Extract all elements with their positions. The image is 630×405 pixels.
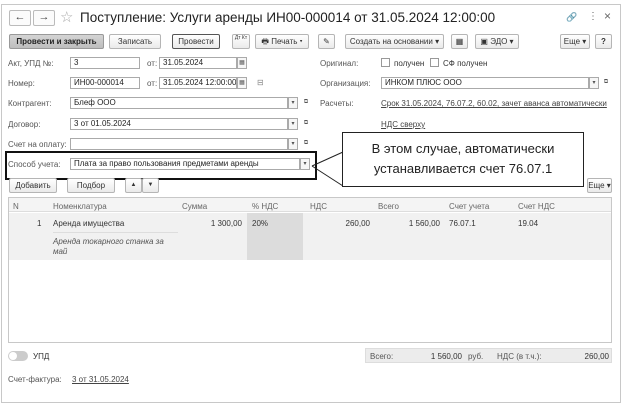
print-icon: 🖶 bbox=[261, 37, 272, 46]
select-button[interactable]: Подбор bbox=[67, 178, 115, 193]
open-icon[interactable]: ⧉ bbox=[301, 118, 311, 130]
open-icon[interactable]: ⧉ bbox=[301, 138, 311, 150]
row-total[interactable]: 1 560,00 bbox=[386, 219, 440, 228]
number-from-label: от: bbox=[147, 79, 158, 88]
column-header-sum: Сумма bbox=[182, 202, 208, 211]
received-label: получен bbox=[394, 59, 425, 68]
received-checkbox[interactable] bbox=[381, 58, 390, 67]
settlements-link[interactable]: Срок 31.05.2024, 76.07.2, 60.02, зачет а… bbox=[381, 99, 607, 108]
vat-link[interactable]: НДС сверху bbox=[381, 120, 425, 129]
chevron-down-icon[interactable]: ▾ bbox=[288, 97, 298, 109]
act-number-field[interactable]: 3 bbox=[70, 57, 140, 69]
row-vat[interactable]: 260,00 bbox=[316, 219, 370, 228]
act-label: Акт, УПД №: bbox=[8, 59, 54, 68]
paperclip-icon: ✎ bbox=[323, 37, 330, 46]
contractor-label: Контрагент: bbox=[8, 99, 52, 108]
original-label: Оригинал: bbox=[320, 59, 359, 68]
column-header-account: Счет учета bbox=[449, 202, 490, 211]
contract-label: Договор: bbox=[8, 120, 41, 129]
save-button[interactable]: Записать bbox=[109, 34, 161, 49]
print-label: Печать bbox=[271, 37, 298, 46]
organization-field[interactable]: ИНКОМ ПЛЮС ООО bbox=[381, 77, 589, 89]
number-field[interactable]: ИН00-000014 bbox=[70, 77, 140, 89]
dt-kt-button[interactable]: Дт Кт bbox=[232, 34, 250, 49]
invoice-label: Счет на оплату: bbox=[8, 140, 67, 149]
upd-label: УПД bbox=[33, 352, 50, 361]
move-up-button[interactable]: ▲ bbox=[125, 178, 142, 193]
open-icon[interactable]: ⧉ bbox=[601, 77, 611, 89]
structure-icon: ▦ bbox=[455, 37, 464, 46]
row-vat-account[interactable]: 19.04 bbox=[518, 219, 538, 228]
more-button[interactable]: Еще ▾ bbox=[560, 34, 590, 49]
contract-field[interactable]: 3 от 01.05.2024 bbox=[70, 118, 288, 130]
structure-button[interactable]: ▦ bbox=[451, 34, 468, 49]
stamp-icon[interactable]: ⊟ bbox=[257, 78, 264, 87]
callout-line-1: В этом случае, автоматически bbox=[371, 141, 555, 156]
edo-button[interactable]: ▣ ЭДО ▾ bbox=[475, 34, 519, 49]
chevron-down-icon[interactable]: ▾ bbox=[589, 77, 599, 89]
column-header-vat-rate: % НДС bbox=[252, 202, 279, 211]
row-vat-rate[interactable]: 20% bbox=[252, 219, 268, 228]
open-icon[interactable]: ⧉ bbox=[301, 97, 311, 109]
total-value: 1 560,00 bbox=[430, 352, 462, 361]
sf-received-label: СФ получен bbox=[443, 59, 488, 68]
total-label: Всего: bbox=[370, 352, 394, 361]
post-button[interactable]: Провести bbox=[172, 34, 220, 49]
edo-label: ЭДО bbox=[490, 37, 508, 46]
callout-note: В этом случае, автоматически устанавлива… bbox=[342, 132, 584, 187]
back-button[interactable]: ← bbox=[9, 10, 31, 26]
table-more-label: Еще bbox=[588, 181, 605, 190]
organization-label: Организация: bbox=[320, 79, 371, 88]
link-icon[interactable]: 🔗 bbox=[566, 12, 577, 23]
star-icon[interactable]: ☆ bbox=[60, 8, 73, 26]
row-item[interactable]: Аренда имущества bbox=[53, 219, 124, 228]
row-sum[interactable]: 1 300,00 bbox=[194, 219, 242, 228]
row-account[interactable]: 76.07.1 bbox=[449, 219, 476, 228]
act-date-field[interactable]: 31.05.2024 bbox=[159, 57, 237, 69]
act-from-label: от: bbox=[147, 59, 158, 68]
contractor-field[interactable]: Блеф ООО bbox=[70, 97, 288, 109]
forward-button[interactable]: → bbox=[33, 10, 55, 26]
callout-line-2: устанавливается счет 76.07.1 bbox=[373, 161, 553, 176]
chevron-down-icon[interactable]: ▾ bbox=[288, 138, 298, 150]
page-title: Поступление: Услуги аренды ИН00-000014 о… bbox=[80, 10, 496, 25]
row-description[interactable]: Аренда токарного станка за май bbox=[53, 237, 173, 257]
row-number: 1 bbox=[37, 219, 42, 228]
help-button[interactable]: ? bbox=[595, 34, 612, 49]
column-header-item: Номенклатура bbox=[53, 202, 107, 211]
upd-toggle[interactable] bbox=[8, 351, 28, 361]
number-date-field[interactable]: 31.05.2024 12:00:00 bbox=[159, 77, 237, 89]
number-label: Номер: bbox=[8, 79, 35, 88]
column-header-vat: НДС bbox=[310, 202, 327, 211]
currency-label: руб. bbox=[468, 352, 484, 361]
create-based-button[interactable]: Создать на основании ▾ bbox=[345, 34, 444, 49]
more-label: Еще bbox=[563, 37, 581, 46]
edo-icon: ▣ bbox=[480, 37, 491, 46]
column-header-vat-account: Счет НДС bbox=[518, 202, 555, 211]
highlight-frame bbox=[5, 151, 317, 180]
column-header-n: N bbox=[13, 202, 19, 211]
create-based-label: Создать на основании bbox=[349, 37, 433, 46]
vat-total-label: НДС (в т.ч.): bbox=[497, 352, 542, 361]
close-icon[interactable]: × bbox=[604, 9, 611, 23]
sf-received-checkbox[interactable] bbox=[430, 58, 439, 67]
print-button[interactable]: 🖶 Печать ▾ bbox=[255, 34, 309, 49]
table-more-button[interactable]: Еще ▾ bbox=[587, 178, 612, 193]
column-header-total: Всего bbox=[378, 202, 399, 211]
move-down-button[interactable]: ▼ bbox=[142, 178, 159, 193]
post-and-close-button[interactable]: Провести и закрыть bbox=[9, 34, 104, 49]
attachment-button[interactable]: ✎ bbox=[318, 34, 335, 49]
calendar-icon[interactable]: ▦ bbox=[237, 57, 247, 69]
invoice-footer-label: Счет-фактура: bbox=[8, 375, 62, 384]
callout-pointer bbox=[311, 151, 344, 187]
invoice-footer-link[interactable]: 3 от 31.05.2024 bbox=[72, 375, 129, 384]
calendar-icon[interactable]: ▦ bbox=[237, 77, 247, 89]
chevron-down-icon[interactable]: ▾ bbox=[288, 118, 298, 130]
invoice-field[interactable] bbox=[70, 138, 288, 150]
settlements-label: Расчеты: bbox=[320, 99, 354, 108]
more-icon[interactable]: ⋮ bbox=[588, 11, 598, 22]
add-row-button[interactable]: Добавить bbox=[9, 178, 57, 193]
vat-total-value: 260,00 bbox=[584, 352, 609, 361]
